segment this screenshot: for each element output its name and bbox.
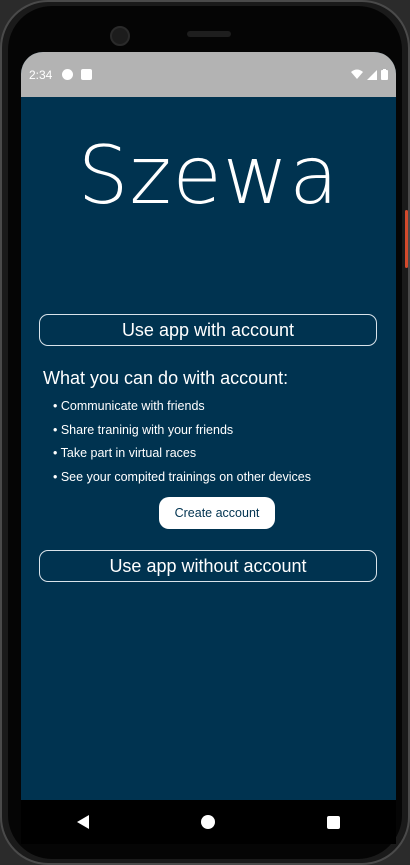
app-notification-icon bbox=[62, 69, 74, 80]
front-camera bbox=[110, 26, 130, 46]
earpiece-speaker bbox=[187, 31, 231, 37]
app-screen: 2:34 Szewa Use app with account What you… bbox=[21, 52, 396, 844]
signal-icon bbox=[367, 69, 377, 80]
create-account-button[interactable]: Create account bbox=[159, 497, 275, 529]
features-title: What you can do with account: bbox=[43, 368, 289, 388]
feature-item: • Communicate with friends bbox=[53, 399, 205, 413]
recent-apps-icon[interactable] bbox=[327, 815, 340, 829]
feature-item: • Take part in virtual races bbox=[53, 446, 197, 461]
back-icon[interactable] bbox=[77, 815, 89, 829]
home-icon[interactable] bbox=[201, 815, 215, 829]
feature-item: • Share traninig with your friends bbox=[53, 422, 234, 437]
battery-icon bbox=[381, 69, 388, 80]
phone-frame: 2:34 Szewa Use app with account What you… bbox=[0, 0, 410, 865]
side-button bbox=[405, 210, 408, 268]
navigation-bar bbox=[21, 800, 396, 844]
sd-card-icon bbox=[81, 69, 93, 80]
use-with-account-button[interactable]: Use app with account bbox=[39, 314, 377, 346]
feature-item: • See your compited trainings on other d… bbox=[53, 470, 311, 485]
wifi-icon bbox=[351, 69, 363, 79]
use-without-account-button[interactable]: Use app without account bbox=[39, 550, 377, 582]
features-list: • Communicate with friends • Share trani… bbox=[53, 395, 311, 490]
status-right-icons bbox=[351, 69, 388, 80]
status-time: 2:34 bbox=[29, 67, 53, 82]
app-logo: Szewa bbox=[77, 129, 340, 222]
status-bar: 2:34 bbox=[21, 52, 396, 97]
